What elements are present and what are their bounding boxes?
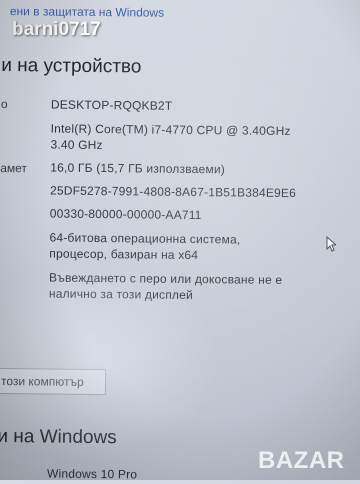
username-overlay: barni0717 [12, 19, 101, 40]
security-link[interactable]: ени в защитата на Windows [10, 4, 164, 20]
ram-label: амет [0, 161, 28, 176]
windows-edition-value: Windows 10 Pro [46, 466, 138, 482]
windows-spec-title: и на Windows [0, 425, 117, 449]
pen-touch-value: Въвеждането с перо или докосване не е [49, 270, 283, 287]
watermark-logo: BAZAR [258, 447, 345, 474]
system-type-value-line2: процесор, базиран на x64 [49, 246, 199, 263]
product-id-value: 00330-80000-00000-AA711 [49, 206, 202, 223]
pen-touch-value-line2: налично за този дисплей [48, 286, 194, 303]
photographed-screen: ени в защитата на Windows и на устройств… [0, 0, 360, 484]
device-id-value: 25DF5278-7991-4808-8A67-1B51B384E9E6 [49, 183, 297, 201]
device-name-label: о [0, 97, 8, 112]
processor-value: Intel(R) Core(TM) i7-4770 CPU @ 3.40GHz [50, 121, 291, 139]
processor-speed-value: 3.40 GHz [50, 137, 103, 153]
ram-value: 16,0 ГБ (15,7 ГБ използваеми) [50, 160, 226, 177]
rename-pc-button[interactable]: този компютър [0, 367, 107, 396]
system-type-value: 64-битова операционна система, [49, 230, 241, 247]
mouse-cursor-icon [326, 235, 338, 257]
device-name-value: DESKTOP-RQQKB2T [50, 97, 173, 113]
rename-pc-button-label: този компютър [0, 374, 84, 389]
device-spec-title: и на устройство [1, 55, 142, 78]
